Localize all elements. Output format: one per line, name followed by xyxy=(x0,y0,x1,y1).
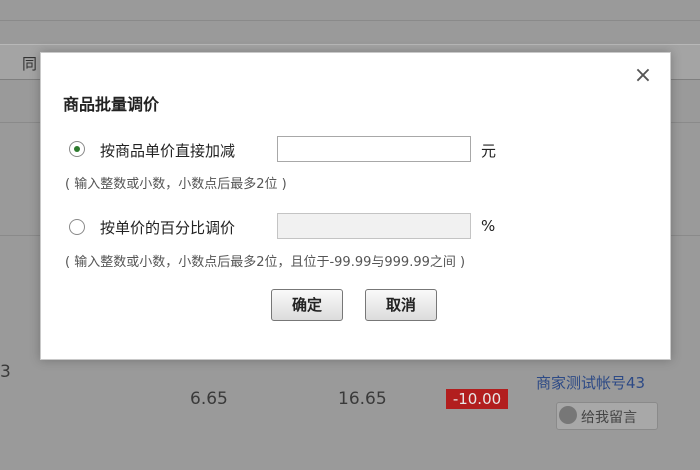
leave-message-button[interactable]: 给我留言 xyxy=(556,402,658,430)
option-percent-label: 按单价的百分比调价 xyxy=(100,219,236,237)
seller-account-link[interactable]: 商家测试帐号43 xyxy=(536,372,645,393)
discount-badge: -10.00 xyxy=(446,389,508,409)
confirm-button[interactable]: 确定 xyxy=(271,289,343,321)
background-price-value: 6.65 xyxy=(190,389,228,409)
radio-direct-adjust[interactable] xyxy=(69,141,85,157)
unit-percent: % xyxy=(481,217,496,235)
percent-input[interactable] xyxy=(277,213,471,239)
radio-percent-adjust[interactable] xyxy=(69,219,85,235)
option-direct-label: 按商品单价直接加减 xyxy=(100,142,236,160)
background-row-fragment: 3 xyxy=(0,362,11,382)
percent-hint: ( 输入整数或小数，小数点后最多2位，且位于-99.99与999.99之间 ) xyxy=(65,255,466,270)
cancel-button[interactable]: 取消 xyxy=(365,289,437,321)
direct-hint: ( 输入整数或小数，小数点后最多2位 ) xyxy=(65,177,287,192)
chat-icon xyxy=(559,406,577,424)
background-header-label: 同 xyxy=(22,55,38,73)
background-price-value: 16.65 xyxy=(338,389,387,409)
close-icon[interactable]: × xyxy=(632,65,654,87)
leave-message-label: 给我留言 xyxy=(581,410,637,426)
batch-price-adjust-dialog: 商品批量调价 × 按商品单价直接加减 元 ( 输入整数或小数，小数点后最多2位 … xyxy=(40,52,671,360)
direct-amount-input[interactable] xyxy=(277,136,471,162)
unit-yuan: 元 xyxy=(481,142,497,160)
background-divider xyxy=(0,20,700,21)
dialog-title: 商品批量调价 xyxy=(63,95,160,114)
